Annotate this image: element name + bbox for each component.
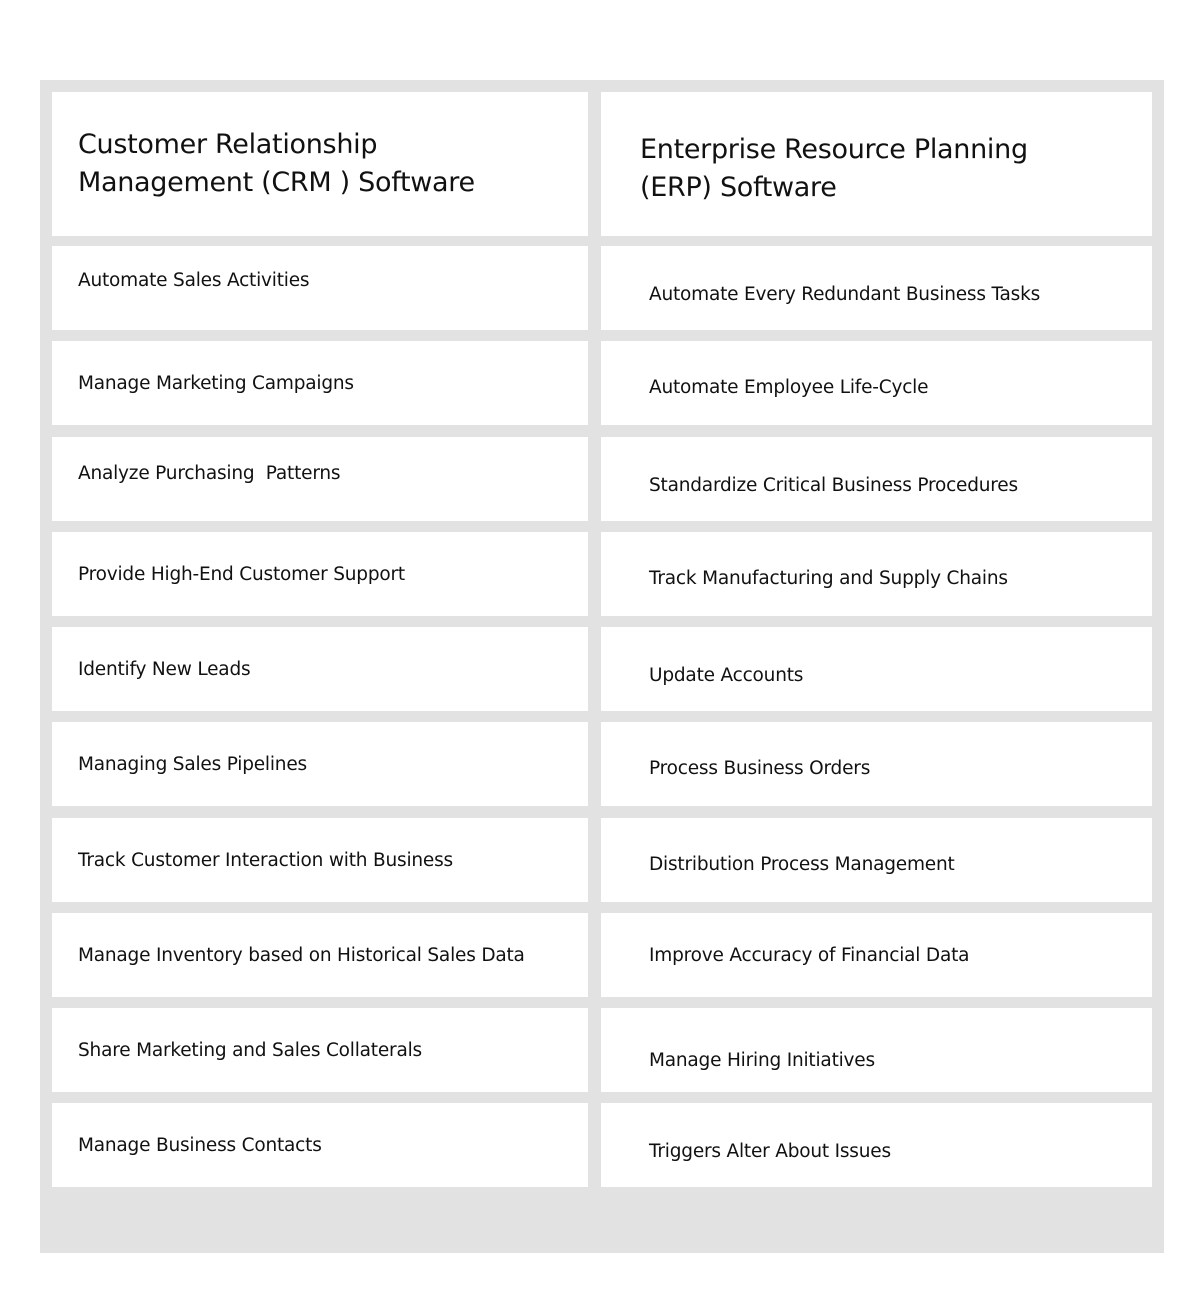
crm-item-label: Manage Business Contacts [78, 1134, 322, 1156]
erp-item-cell: Automate Employee Life-Cycle [601, 341, 1152, 425]
erp-title-line-1: Enterprise Resource Planning [640, 134, 1028, 165]
erp-item-label: Triggers Alter About Issues [649, 1140, 891, 1162]
crm-item-label: Provide High-End Customer Support [78, 563, 405, 585]
crm-item-cell: Track Customer Interaction with Business [52, 818, 588, 902]
crm-item-cell: Analyze Purchasing Patterns [52, 437, 588, 521]
erp-item-label: Automate Every Redundant Business Tasks [649, 283, 1041, 305]
crm-title-line-1: Customer Relationship [78, 129, 378, 160]
erp-item-cell: Track Manufacturing and Supply Chains [601, 532, 1152, 616]
erp-item-cell: Update Accounts [601, 627, 1152, 711]
crm-item-cell: Managing Sales Pipelines [52, 722, 588, 806]
crm-item-label: Automate Sales Activities [78, 269, 310, 291]
crm-item-label: Identify New Leads [78, 658, 251, 680]
erp-item-cell: Improve Accuracy of Financial Data [601, 913, 1152, 997]
erp-item-label: Process Business Orders [649, 757, 871, 779]
crm-item-label: Managing Sales Pipelines [78, 753, 307, 775]
crm-item-cell: Identify New Leads [52, 627, 588, 711]
erp-item-cell: Standardize Critical Business Procedures [601, 437, 1152, 521]
erp-item-label: Distribution Process Management [649, 853, 955, 875]
crm-item-cell: Manage Business Contacts [52, 1103, 588, 1187]
crm-item-cell: Manage Inventory based on Historical Sal… [52, 913, 588, 997]
comparison-table: Customer Relationship Management (CRM ) … [40, 80, 1164, 1253]
erp-item-cell: Distribution Process Management [601, 818, 1152, 902]
erp-title: Enterprise Resource Planning (ERP) Softw… [601, 131, 1028, 207]
erp-item-label: Automate Employee Life-Cycle [649, 376, 929, 398]
erp-item-label: Update Accounts [649, 664, 804, 686]
crm-item-label: Manage Inventory based on Historical Sal… [78, 944, 525, 966]
erp-item-label: Improve Accuracy of Financial Data [649, 944, 970, 966]
erp-title-line-2: (ERP) Software [640, 172, 837, 203]
erp-item-label: Standardize Critical Business Procedures [649, 474, 1018, 496]
erp-item-label: Track Manufacturing and Supply Chains [649, 567, 1008, 589]
crm-item-label: Analyze Purchasing Patterns [78, 462, 341, 484]
crm-title-line-2: Management (CRM ) Software [78, 167, 475, 198]
crm-header: Customer Relationship Management (CRM ) … [52, 92, 588, 236]
erp-item-cell: Process Business Orders [601, 722, 1152, 806]
erp-item-cell: Triggers Alter About Issues [601, 1103, 1152, 1187]
crm-item-label: Track Customer Interaction with Business [78, 849, 453, 871]
crm-item-cell: Automate Sales Activities [52, 246, 588, 330]
erp-header: Enterprise Resource Planning (ERP) Softw… [601, 92, 1152, 236]
erp-item-cell: Manage Hiring Initiatives [601, 1008, 1152, 1092]
crm-item-cell: Manage Marketing Campaigns [52, 341, 588, 425]
crm-item-label: Manage Marketing Campaigns [78, 372, 354, 394]
crm-item-cell: Provide High-End Customer Support [52, 532, 588, 616]
erp-item-cell: Automate Every Redundant Business Tasks [601, 246, 1152, 330]
crm-item-label: Share Marketing and Sales Collaterals [78, 1039, 422, 1061]
crm-title: Customer Relationship Management (CRM ) … [52, 126, 475, 202]
crm-item-cell: Share Marketing and Sales Collaterals [52, 1008, 588, 1092]
erp-item-label: Manage Hiring Initiatives [649, 1049, 875, 1071]
